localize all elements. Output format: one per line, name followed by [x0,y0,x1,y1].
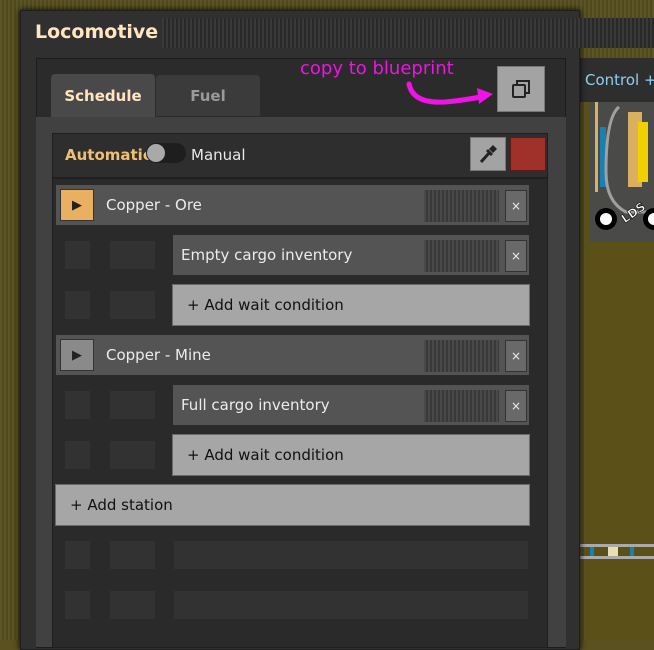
tab-fuel[interactable]: Fuel [156,75,260,116]
empty-slot [109,390,156,420]
copy-icon [512,80,530,98]
annotation-arrow-icon [406,81,493,105]
title-drag-handle[interactable] [162,18,654,48]
add-wait-condition-button[interactable]: + Add wait condition [172,284,530,326]
station-name: Copper - Mine [106,346,211,364]
drag-handle[interactable] [424,340,499,372]
toggle-knob[interactable] [147,144,165,162]
copy-to-blueprint-button[interactable] [497,66,545,112]
empty-slot [109,590,156,620]
empty-slot [109,540,156,570]
train-color-swatch[interactable] [510,137,546,171]
empty-slot [64,590,91,620]
empty-slot [64,540,91,570]
rail-track [580,544,654,559]
empty-slot [109,290,156,320]
minimap-header: Control + [580,58,654,102]
minimap-drawing: LDS [595,102,654,230]
automatic-label[interactable]: Automatic [65,146,152,164]
station-row[interactable]: ▶ Copper - Mine × [55,334,530,376]
remove-condition-button[interactable]: × [505,240,527,272]
eyedropper-icon [479,145,497,164]
window-title: Locomotive [35,21,159,43]
add-station-button[interactable]: + Add station [55,484,530,526]
station-row[interactable]: ▶ Copper - Ore × [55,184,530,226]
drag-handle[interactable] [424,240,499,272]
add-wait-condition-button[interactable]: + Add wait condition [172,434,530,476]
wait-condition-row[interactable]: Full cargo inventory × [172,384,530,426]
remove-condition-button[interactable]: × [505,390,527,422]
condition-text: Full cargo inventory [181,396,330,414]
condition-text: Empty cargo inventory [181,246,353,264]
empty-slot [64,390,91,420]
manual-label[interactable]: Manual [191,146,246,164]
empty-slot [64,290,91,320]
annotation-text: copy to blueprint [300,58,454,79]
drag-handle[interactable] [424,190,499,222]
empty-row [173,590,529,620]
play-icon[interactable]: ▶ [60,189,94,221]
empty-slot [109,240,156,270]
empty-slot [64,240,91,270]
empty-slot [109,440,156,470]
remove-station-button[interactable]: × [505,340,527,372]
drag-handle[interactable] [424,390,499,422]
empty-slot [64,440,91,470]
remove-station-button[interactable]: × [505,190,527,222]
empty-row [173,540,529,570]
station-name: Copper - Ore [106,196,202,214]
tab-schedule[interactable]: Schedule [51,74,155,118]
play-icon[interactable]: ▶ [60,339,94,371]
color-picker-button[interactable] [470,137,506,171]
wait-condition-row[interactable]: Empty cargo inventory × [172,234,530,276]
